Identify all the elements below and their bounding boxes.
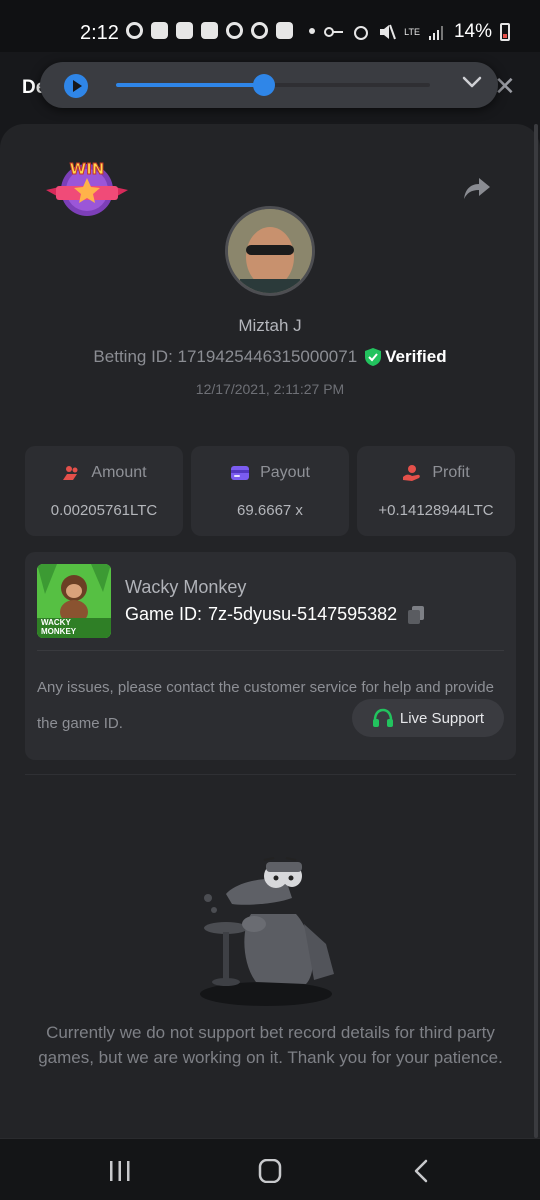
battery-percent: 14% xyxy=(453,21,492,42)
signal-icon xyxy=(428,26,443,40)
status-bar: 2:12 LTE 14% xyxy=(0,0,540,52)
avatar xyxy=(225,206,315,296)
stat-label: Profit xyxy=(432,464,470,481)
user-photo xyxy=(228,209,312,293)
sync-icon xyxy=(126,22,143,39)
snapchat-icon xyxy=(201,22,218,39)
battery-icon xyxy=(500,23,510,41)
shield-check-icon xyxy=(365,348,382,366)
hand-coin-icon xyxy=(403,465,421,481)
unsupported-notice: Currently we do not support bet record d… xyxy=(38,1023,503,1067)
key-icon xyxy=(324,27,344,37)
betting-id: Betting ID: 1719425446315000071 xyxy=(93,347,358,366)
paypal-icon xyxy=(276,22,293,39)
win-badge-icon: WIN xyxy=(46,160,128,216)
game-id: 7z-5dyusu-5147595382 xyxy=(208,604,398,624)
media-seek-handle[interactable] xyxy=(252,74,275,96)
betting-id-row: Betting ID: 1719425446315000071 Verified xyxy=(0,347,540,367)
media-progress xyxy=(116,83,264,87)
coins-icon xyxy=(63,466,78,480)
play-button[interactable] xyxy=(64,74,88,98)
bet-date: 12/17/2021, 2:11:27 PM xyxy=(195,381,345,397)
stat-label: Amount xyxy=(91,464,147,481)
game-id-label: Game ID: xyxy=(125,604,203,624)
stat-profit: Profit +0.14128944LTC xyxy=(357,446,515,536)
notification-icons xyxy=(126,22,315,39)
more-notifications-icon xyxy=(309,27,315,34)
telegram-icon xyxy=(176,22,193,39)
system-icons: LTE 14% xyxy=(324,21,510,43)
headset-icon xyxy=(372,708,393,727)
live-support-button[interactable]: Live Support xyxy=(352,699,504,737)
status-time: 2:12 xyxy=(80,22,119,44)
game-name: Wacky Monkey xyxy=(125,577,247,597)
verified-label: Verified xyxy=(385,347,447,366)
stat-payout: Payout 69.6667 x xyxy=(191,446,349,536)
game-info-box: WACKY MONKEY Wacky Monkey Game ID: 7z-5d… xyxy=(25,552,516,760)
game-thumb-label: WACKY MONKEY xyxy=(41,618,77,636)
game-thumbnail[interactable]: WACKY MONKEY xyxy=(37,564,111,638)
back-icon[interactable] xyxy=(409,1159,435,1183)
mute-icon xyxy=(380,24,397,40)
divider xyxy=(37,650,504,651)
media-player xyxy=(40,62,498,108)
wallet-icon xyxy=(231,466,250,480)
share-icon[interactable] xyxy=(462,174,492,202)
stat-amount: Amount 0.00205761LTC xyxy=(25,446,183,536)
scrollbar[interactable] xyxy=(534,124,538,1138)
user-name: Miztah J xyxy=(238,316,302,335)
stat-value: 0.00205761LTC xyxy=(50,502,158,519)
svg-text:WIN: WIN xyxy=(70,160,105,178)
crocodile-illustration xyxy=(200,857,334,1006)
verified-badge: Verified xyxy=(365,347,447,367)
game-id-row: Game ID: 7z-5dyusu-5147595382 xyxy=(125,604,425,625)
stat-label: Payout xyxy=(260,464,310,481)
chevron-down-icon[interactable] xyxy=(460,70,484,94)
alarm-icon xyxy=(354,26,369,40)
podcast-icon-2 xyxy=(251,22,268,39)
system-nav-bar xyxy=(0,1138,540,1200)
stat-value: 69.6667 x xyxy=(237,502,303,519)
message-icon xyxy=(151,22,168,39)
podcast-icon xyxy=(226,22,243,39)
section-divider xyxy=(25,774,516,775)
live-support-label: Live Support xyxy=(399,709,485,727)
stat-value: +0.14128944LTC xyxy=(378,502,494,519)
media-seekbar[interactable] xyxy=(116,74,430,96)
copy-icon[interactable] xyxy=(407,605,425,625)
recent-apps-icon[interactable] xyxy=(107,1159,133,1183)
home-icon[interactable] xyxy=(257,1159,283,1183)
network-type: LTE xyxy=(404,26,420,37)
